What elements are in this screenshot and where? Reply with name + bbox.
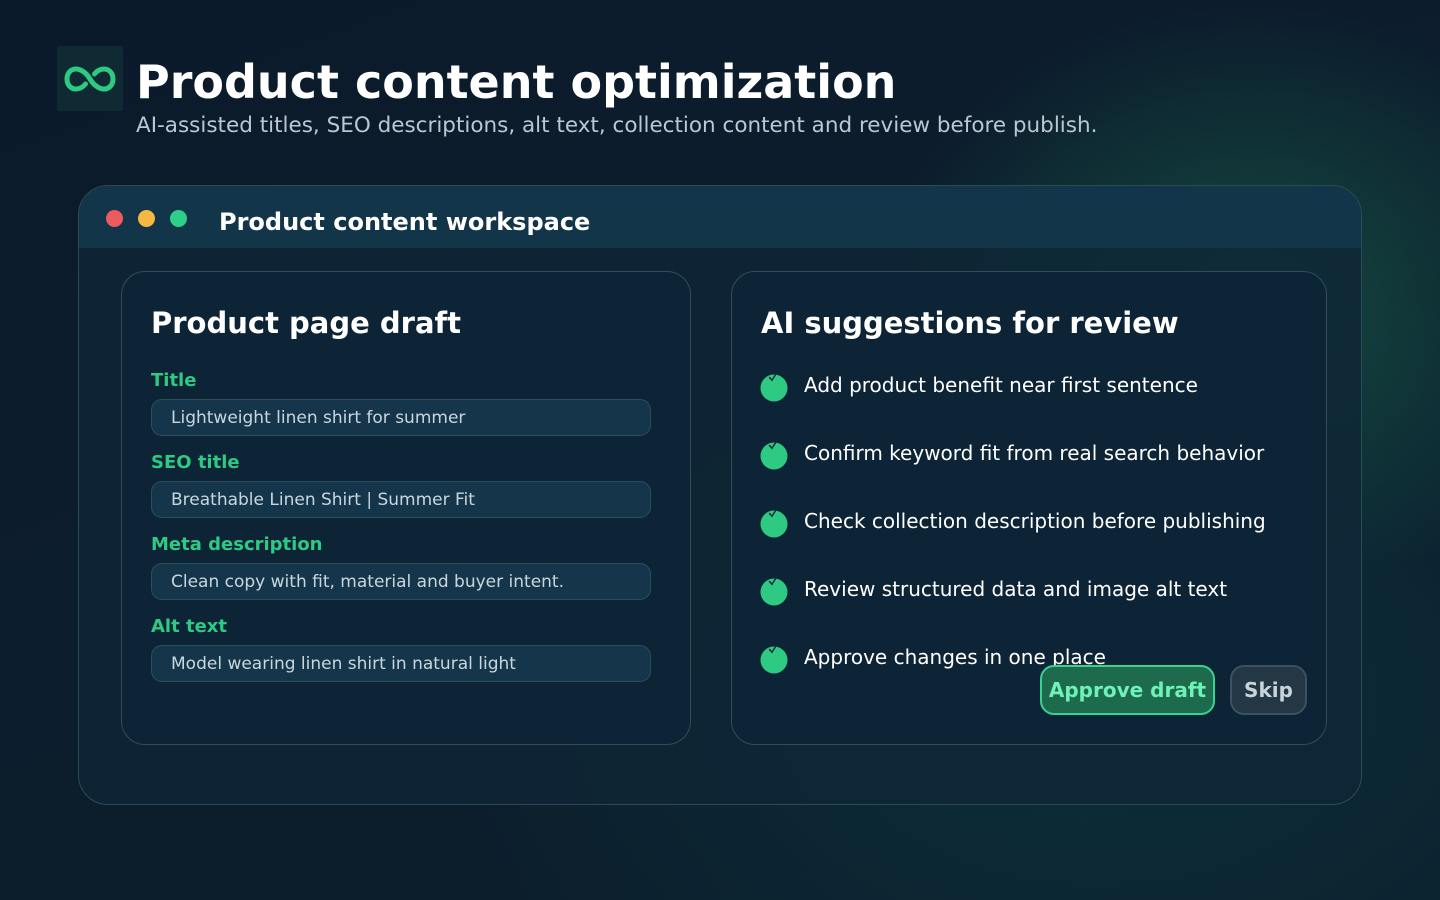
workspace-window: Product content workspace Product page d… xyxy=(78,185,1362,805)
suggestion-text: Review structured data and image alt tex… xyxy=(804,577,1228,601)
suggestion-item: Check collection description before publ… xyxy=(760,507,1300,547)
window-close-dot[interactable] xyxy=(106,210,123,227)
ai-suggestions-panel: AI suggestions for review Add product be… xyxy=(731,271,1327,745)
suggestion-text: Add product benefit near first sentence xyxy=(804,373,1198,397)
suggestion-text: Confirm keyword fit from real search beh… xyxy=(804,441,1265,465)
window-titlebar: Product content workspace xyxy=(79,186,1361,248)
suggestion-item: Confirm keyword fit from real search beh… xyxy=(760,439,1300,479)
product-draft-panel: Product page draft Title SEO title Meta … xyxy=(121,271,691,745)
check-circle-icon xyxy=(760,646,788,674)
seo-title-field[interactable] xyxy=(151,481,651,518)
check-circle-icon xyxy=(760,578,788,606)
skip-button[interactable]: Skip xyxy=(1230,665,1307,715)
meta-description-field-label: Meta description xyxy=(151,534,323,555)
alt-text-field[interactable] xyxy=(151,645,651,682)
suggestions-panel-title: AI suggestions for review xyxy=(761,306,1179,340)
draft-panel-title: Product page draft xyxy=(151,306,461,340)
check-circle-icon xyxy=(760,510,788,538)
app-logo xyxy=(57,46,123,111)
suggestion-item: Review structured data and image alt tex… xyxy=(760,575,1300,615)
seo-title-field-label: SEO title xyxy=(151,452,240,473)
infinity-icon xyxy=(64,65,116,92)
suggestion-text: Check collection description before publ… xyxy=(804,509,1266,533)
check-circle-icon xyxy=(760,374,788,402)
window-minimize-dot[interactable] xyxy=(138,210,155,227)
check-circle-icon xyxy=(760,442,788,470)
approve-draft-button[interactable]: Approve draft xyxy=(1040,665,1215,715)
title-field[interactable] xyxy=(151,399,651,436)
window-maximize-dot[interactable] xyxy=(170,210,187,227)
window-title: Product content workspace xyxy=(219,208,591,236)
title-field-label: Title xyxy=(151,370,197,391)
page-title: Product content optimization xyxy=(136,55,897,109)
alt-text-field-label: Alt text xyxy=(151,616,227,637)
suggestion-item: Add product benefit near first sentence xyxy=(760,371,1300,411)
page-subtitle: AI-assisted titles, SEO descriptions, al… xyxy=(136,113,1098,138)
suggestion-item: Approve changes in one place xyxy=(760,643,1300,683)
meta-description-field[interactable] xyxy=(151,563,651,600)
